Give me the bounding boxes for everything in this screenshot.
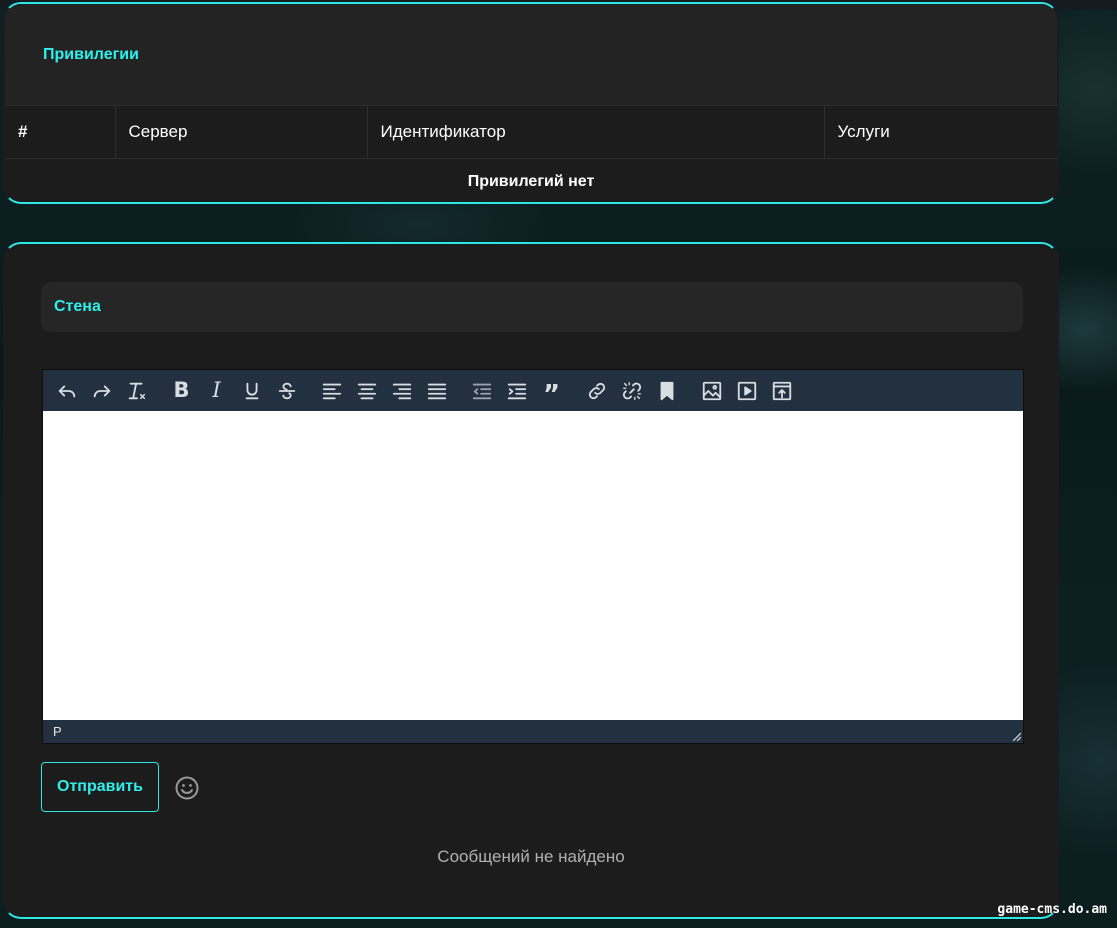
align-center-icon[interactable] [349, 376, 384, 406]
image-icon[interactable] [694, 376, 729, 406]
wall-card: Стена B I ” P Отправить Сообщений не най… [3, 242, 1059, 919]
privileges-table: # Сервер Идентификатор Услуги Привилегий… [5, 106, 1057, 202]
wall-empty-text: Сообщений не найдено [437, 847, 625, 866]
watermark: game-cms.do.am [997, 902, 1107, 917]
underline-icon[interactable] [234, 376, 269, 406]
undo-icon[interactable] [49, 376, 84, 406]
send-button[interactable]: Отправить [41, 762, 159, 812]
blockquote-icon[interactable]: ” [534, 376, 569, 408]
wall-header: Стена [41, 282, 1023, 332]
bookmark-icon[interactable] [649, 376, 684, 406]
privileges-title: Привилегии [43, 45, 139, 63]
editor-statusbar: P [43, 720, 1023, 743]
unlink-icon[interactable] [614, 376, 649, 406]
link-icon[interactable] [579, 376, 614, 406]
privileges-empty-text: Привилегий нет [467, 172, 595, 190]
redo-icon[interactable] [84, 376, 119, 406]
column-header-server: Сервер [115, 106, 368, 159]
align-justify-icon[interactable] [419, 376, 454, 406]
column-header-number: # [5, 106, 116, 159]
rich-text-editor: B I ” P [42, 369, 1024, 744]
upload-icon[interactable] [764, 376, 799, 406]
column-header-identifier: Идентификатор [367, 106, 825, 159]
align-right-icon[interactable] [384, 376, 419, 406]
indent-icon[interactable] [499, 376, 534, 406]
align-left-icon[interactable] [314, 376, 349, 406]
privileges-header: Привилегии [5, 4, 1057, 106]
outdent-icon[interactable] [464, 376, 499, 406]
clear-format-icon[interactable] [119, 376, 154, 406]
emoji-icon[interactable] [174, 775, 200, 801]
italic-icon[interactable]: I [199, 376, 234, 406]
strikethrough-icon[interactable] [269, 376, 304, 406]
privileges-card: Привилегии # Сервер Идентификатор Услуги… [3, 2, 1059, 204]
wall-title: Стена [54, 298, 101, 315]
resize-handle-icon[interactable] [1011, 731, 1021, 741]
media-icon[interactable] [729, 376, 764, 406]
editor-toolbar: B I ” [43, 370, 1023, 411]
bold-icon[interactable]: B [164, 376, 199, 406]
editor-content-area[interactable] [43, 411, 1023, 720]
element-path[interactable]: P [53, 724, 62, 739]
column-header-services: Услуги [824, 106, 1057, 159]
